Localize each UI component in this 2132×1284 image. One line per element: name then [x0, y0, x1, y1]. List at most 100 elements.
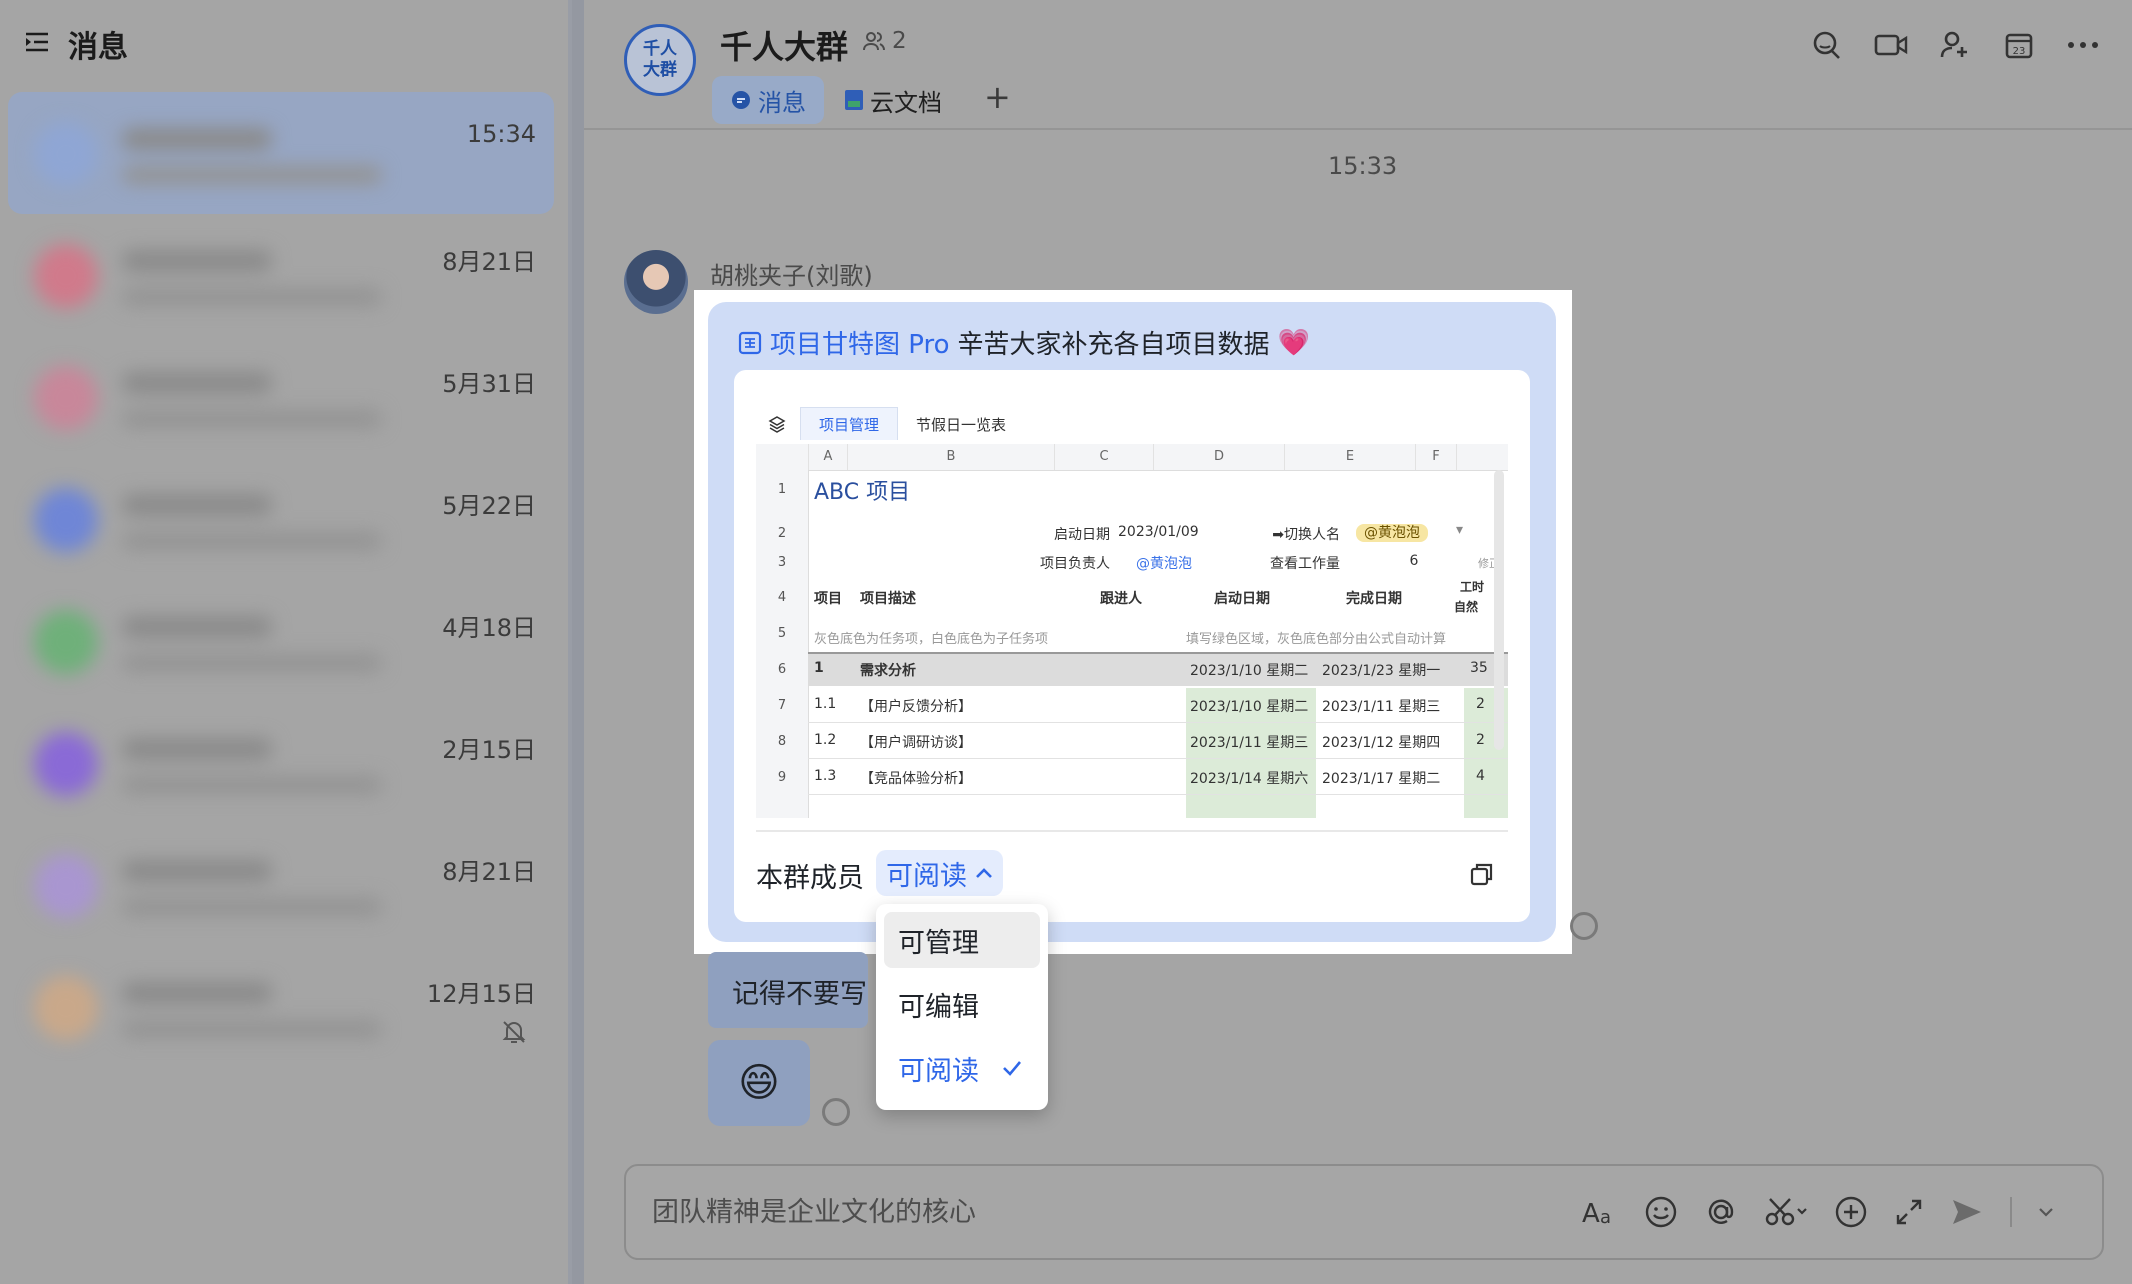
add-member-icon[interactable]	[1936, 26, 1974, 64]
blurred-chat-preview	[22, 720, 442, 820]
sheet-preview[interactable]: 项目管理 节假日一览表 A B C D E F 1 2 3 4 5 6 7 8 …	[756, 398, 1508, 818]
chat-list-title: 消息	[68, 30, 128, 65]
chat-list-item[interactable]: 4月18日	[8, 580, 554, 702]
row-number: 2	[777, 526, 787, 541]
column-header-row: A B C D E F	[756, 444, 1508, 471]
header-toolbar: 23	[1808, 26, 2102, 64]
sheet-scrollbar[interactable]	[1494, 470, 1504, 750]
chat-time: 5月22日	[442, 492, 536, 520]
row-number: 4	[777, 590, 787, 605]
task-end: 2023/1/12 星期四	[1322, 735, 1441, 751]
group-avatar-line2: 大群	[643, 60, 677, 80]
chat-name-placeholder	[122, 372, 272, 394]
chat-preview-placeholder	[122, 898, 382, 916]
chat-name-placeholder	[122, 128, 272, 150]
workload-value[interactable]: 6	[1374, 553, 1454, 569]
collapse-sidebar-icon[interactable]	[22, 27, 52, 61]
task-number: 1.2	[814, 732, 837, 748]
video-call-icon[interactable]	[1872, 26, 1910, 64]
chat-list-item[interactable]: 15:34	[8, 92, 554, 214]
chat-preview-placeholder	[122, 532, 382, 550]
task-days[interactable]: 2	[1476, 732, 1485, 748]
chat-list-item[interactable]: 2月15日	[8, 702, 554, 824]
doc-link[interactable]: 项目甘特图 Pro	[770, 324, 950, 361]
layers-icon[interactable]	[756, 408, 800, 440]
chat-time: 4月18日	[442, 614, 536, 642]
header-description: 项目描述	[860, 591, 916, 607]
sheet-tab-holidays[interactable]: 节假日一览表	[898, 408, 1024, 440]
menu-item-read-label: 可阅读	[898, 1055, 979, 1087]
task-number: 1	[814, 660, 824, 676]
task-name: 需求分析	[860, 663, 916, 679]
sender-avatar[interactable]	[624, 250, 688, 314]
expand-icon[interactable]	[1894, 1190, 1924, 1234]
more-icon[interactable]	[2064, 26, 2102, 64]
start-date-value[interactable]: 2023/01/09	[1118, 524, 1199, 540]
group-avatar[interactable]: 千人 大群	[624, 24, 696, 96]
search-icon[interactable]	[1808, 26, 1846, 64]
read-status-icon[interactable]	[1570, 912, 1598, 940]
task-days[interactable]: 2	[1476, 696, 1485, 712]
chat-avatar	[34, 732, 98, 796]
font-icon[interactable]: Aa	[1582, 1190, 1618, 1234]
grin-emoji: 😄	[738, 1060, 780, 1106]
permission-dropdown-button[interactable]: 可阅读	[876, 850, 1003, 896]
blurred-chat-preview	[22, 476, 442, 576]
chat-time: 12月15日	[426, 980, 536, 1008]
chat-list-item[interactable]: 8月21日	[8, 214, 554, 336]
blurred-chat-preview	[22, 842, 442, 942]
chat-preview-placeholder	[122, 654, 382, 672]
caret-down-icon[interactable]: ▾	[1456, 522, 1463, 538]
member-count[interactable]: 2	[862, 28, 907, 54]
menu-item-edit[interactable]: 可编辑	[884, 976, 1040, 1032]
chevron-up-icon	[976, 868, 992, 878]
column-header: C	[1055, 444, 1154, 470]
task-start[interactable]: 2023/1/14 星期六	[1190, 768, 1308, 788]
header-divider	[584, 128, 2132, 130]
emoji-icon[interactable]	[1644, 1190, 1678, 1234]
chat-list-header: 消息	[22, 22, 128, 66]
column-header: D	[1154, 444, 1285, 470]
task-start[interactable]: 2023/1/11 星期三	[1190, 732, 1308, 752]
chat-avatar	[34, 976, 98, 1040]
row-number-column	[756, 470, 809, 818]
checkmark-icon	[1003, 1061, 1021, 1076]
sheet-tab-project[interactable]: 项目管理	[800, 407, 899, 440]
emoji-message-bubble[interactable]: 😄	[708, 1040, 810, 1126]
doc-icon	[845, 90, 863, 110]
copy-icon[interactable]	[1468, 860, 1498, 890]
plus-circle-icon[interactable]	[1834, 1190, 1868, 1234]
row-number: 1	[777, 482, 787, 497]
row-line	[808, 794, 1508, 795]
chat-list-item[interactable]: 8月21日	[8, 824, 554, 946]
text-message-content: 记得不要写	[732, 979, 867, 1010]
send-icon[interactable]	[1950, 1190, 1984, 1234]
mention-icon[interactable]	[1704, 1190, 1738, 1234]
group-title[interactable]: 千人大群	[720, 22, 848, 68]
sender-name[interactable]: 胡桃夹子(刘歌)	[710, 256, 873, 291]
chat-list: 15:34 8月21日 5月31日 5月22日 4月18日 2月15日 8月21日 12月15…	[8, 92, 554, 1068]
menu-item-manage[interactable]: 可管理	[884, 912, 1040, 968]
task-start[interactable]: 2023/1/10 星期二	[1190, 696, 1308, 716]
tab-messages[interactable]: 消息	[712, 76, 824, 124]
person-tag[interactable]: @黄泡泡	[1356, 522, 1428, 542]
chat-time: 8月21日	[442, 858, 536, 886]
message-input[interactable]	[650, 1192, 1550, 1232]
add-tab-button[interactable]: +	[984, 78, 1011, 116]
person-tag-text: @黄泡泡	[1356, 524, 1428, 542]
chat-list-item[interactable]: 5月22日	[8, 458, 554, 580]
read-status-icon[interactable]	[822, 1098, 850, 1126]
owner-value[interactable]: @黄泡泡	[1136, 553, 1192, 573]
task-days[interactable]: 4	[1476, 768, 1485, 784]
chat-time: 5月31日	[442, 370, 536, 398]
chevron-down-icon[interactable]	[2038, 1190, 2054, 1234]
note-fill: 填写绿色区域，灰色底色部分由公式自动计算	[1186, 632, 1447, 647]
panel-divider[interactable]	[568, 0, 584, 1284]
screenshot-icon[interactable]	[1764, 1190, 1808, 1234]
tab-cloud-docs[interactable]: 云文档	[844, 76, 942, 124]
start-date-label: 启动日期	[1054, 527, 1110, 543]
calendar-icon[interactable]: 23	[2000, 26, 2038, 64]
chat-list-item[interactable]: 12月15日	[8, 946, 554, 1068]
chat-list-item[interactable]: 5月31日	[8, 336, 554, 458]
menu-item-read[interactable]: 可阅读	[884, 1040, 1040, 1096]
